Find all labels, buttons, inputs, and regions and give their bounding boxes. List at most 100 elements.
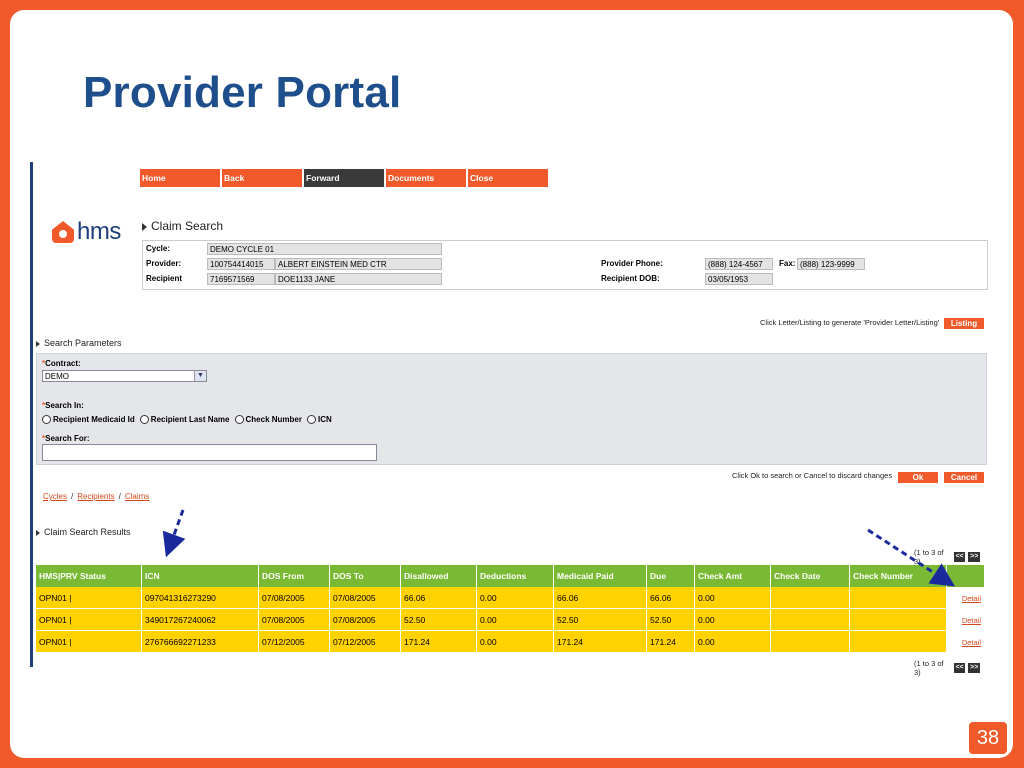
recipient-id: 7169571569 xyxy=(207,273,275,285)
recipient-name: DOE1133 JANE xyxy=(275,273,442,285)
triangle-right-icon xyxy=(36,529,40,536)
provider-id: 100754414015 xyxy=(207,258,275,270)
fax-value: (888) 123-9999 xyxy=(797,258,865,270)
col-dos-to: DOS To xyxy=(329,565,401,587)
claims-results-table: HMS|PRV Status ICN DOS From DOS To Disal… xyxy=(36,565,985,653)
cell-due: 66.06 xyxy=(646,587,695,609)
cell-check-date xyxy=(770,630,850,653)
triangle-right-icon xyxy=(36,340,40,347)
logo-text: hms xyxy=(77,218,121,245)
listing-note: Click Letter/Listing to generate 'Provid… xyxy=(760,318,940,327)
breadcrumb-claims[interactable]: Claims xyxy=(125,492,149,501)
cell-check-number xyxy=(849,608,947,631)
radio-circle-icon[interactable] xyxy=(139,415,149,424)
slide-title: Provider Portal xyxy=(83,68,402,117)
col-check-number: Check Number xyxy=(849,565,947,587)
next-page-button[interactable]: >> xyxy=(968,552,980,562)
detail-link[interactable]: Detail xyxy=(962,616,981,625)
col-check-amt: Check Amt xyxy=(694,565,771,587)
chevron-down-icon[interactable]: ▼ xyxy=(194,371,206,381)
detail-link[interactable]: Detail xyxy=(962,594,981,603)
cell-deductions: 0.00 xyxy=(476,587,554,609)
ok-button[interactable]: Ok xyxy=(898,472,938,483)
nav-documents-button[interactable]: Documents xyxy=(386,169,466,187)
cell-check-amt: 0.00 xyxy=(694,630,771,653)
cell-check-date xyxy=(770,587,850,609)
cell-medicaid-paid: 66.06 xyxy=(553,587,647,609)
cell-dos-to: 07/12/2005 xyxy=(329,630,401,653)
nav-forward-button[interactable]: Forward xyxy=(304,169,384,187)
prev-page-button[interactable]: << xyxy=(953,552,966,562)
search-in-radio-group: Recipient Medicaid Id Recipient Last Nam… xyxy=(42,415,337,424)
cell-dos-to: 07/08/2005 xyxy=(329,608,401,631)
cell-check-number xyxy=(849,630,947,653)
cell-medicaid-paid: 52.50 xyxy=(553,608,647,631)
breadcrumb: Cycles / Recipients / Claims xyxy=(43,492,150,501)
table-header-row: HMS|PRV Status ICN DOS From DOS To Disal… xyxy=(36,565,985,587)
pager-top: (1 to 3 of 3) << >> xyxy=(914,548,980,566)
cell-icn: 276766692271233 xyxy=(141,630,259,653)
cell-dos-to: 07/08/2005 xyxy=(329,587,401,609)
page-number: 38 xyxy=(969,722,1007,754)
radio-check-number[interactable]: Check Number xyxy=(234,415,302,424)
cancel-button[interactable]: Cancel xyxy=(944,472,984,483)
breadcrumb-recipients[interactable]: Recipients xyxy=(77,492,114,501)
col-due: Due xyxy=(646,565,695,587)
left-divider xyxy=(30,162,33,667)
cell-dos-from: 07/12/2005 xyxy=(258,630,330,653)
contract-select[interactable]: DEMO ▼ xyxy=(42,370,207,382)
col-disallowed: Disallowed xyxy=(400,565,477,587)
next-page-button[interactable]: >> xyxy=(968,663,980,673)
table-row: OPN01 | 276766692271233 07/12/2005 07/12… xyxy=(36,630,985,653)
cell-disallowed: 171.24 xyxy=(400,630,477,653)
slide: Provider Portal Home Back Forward Docume… xyxy=(10,10,1013,758)
pager-bottom: (1 to 3 of 3) << >> xyxy=(914,659,980,677)
cell-detail: Detail xyxy=(946,608,985,631)
cell-icn: 097041316273290 xyxy=(141,587,259,609)
claim-search-heading: Claim Search xyxy=(142,219,223,233)
radio-circle-icon[interactable] xyxy=(42,415,51,424)
nav-home-button[interactable]: Home xyxy=(140,169,220,187)
claim-info-panel: Cycle: DEMO CYCLE 01 Provider: 100754414… xyxy=(142,240,988,290)
cell-check-number xyxy=(849,587,947,609)
contract-label: *Contract: xyxy=(42,359,81,368)
provider-label: Provider: xyxy=(146,259,182,268)
detail-link[interactable]: Detail xyxy=(962,638,981,647)
claim-search-results-heading: Claim Search Results xyxy=(36,527,131,537)
nav-close-button[interactable]: Close xyxy=(468,169,548,187)
portal-screenshot: Home Back Forward Documents Close hms Cl… xyxy=(30,162,988,677)
search-parameters-heading: Search Parameters xyxy=(36,338,122,348)
triangle-right-icon xyxy=(142,222,147,231)
recipient-dob-label: Recipient DOB: xyxy=(601,274,660,283)
col-deductions: Deductions xyxy=(476,565,554,587)
fax-label: Fax: xyxy=(779,259,796,268)
cell-check-date xyxy=(770,608,850,631)
table-row: OPN01 | 097041316273290 07/08/2005 07/08… xyxy=(36,587,985,609)
cell-status: OPN01 | xyxy=(36,608,142,631)
col-medicaid-paid: Medicaid Paid xyxy=(553,565,647,587)
radio-circle-icon[interactable] xyxy=(234,415,244,424)
breadcrumb-cycles[interactable]: Cycles xyxy=(43,492,67,501)
nav-bar: Home Back Forward Documents Close xyxy=(140,169,550,187)
hms-logo: hms xyxy=(52,218,121,246)
ok-cancel-note: Click Ok to search or Cancel to discard … xyxy=(732,471,893,480)
search-for-input[interactable] xyxy=(42,444,377,461)
recipient-dob-value: 03/05/1953 xyxy=(705,273,773,285)
radio-icn[interactable]: ICN xyxy=(306,415,332,424)
hms-house-icon xyxy=(52,221,74,243)
search-for-label: *Search For: xyxy=(42,434,90,443)
nav-back-button[interactable]: Back xyxy=(222,169,302,187)
cell-dos-from: 07/08/2005 xyxy=(258,587,330,609)
radio-circle-icon[interactable] xyxy=(306,415,316,424)
cycle-label: Cycle: xyxy=(146,244,171,253)
cell-medicaid-paid: 171.24 xyxy=(553,630,647,653)
col-dos-from: DOS From xyxy=(258,565,330,587)
prev-page-button[interactable]: << xyxy=(953,663,966,673)
listing-button[interactable]: Listing xyxy=(944,318,984,329)
radio-recipient-medicaid-id[interactable]: Recipient Medicaid Id xyxy=(42,415,135,424)
cell-disallowed: 66.06 xyxy=(400,587,477,609)
radio-recipient-last-name[interactable]: Recipient Last Name xyxy=(139,415,230,424)
cell-due: 52.50 xyxy=(646,608,695,631)
cell-disallowed: 52.50 xyxy=(400,608,477,631)
cell-deductions: 0.00 xyxy=(476,630,554,653)
